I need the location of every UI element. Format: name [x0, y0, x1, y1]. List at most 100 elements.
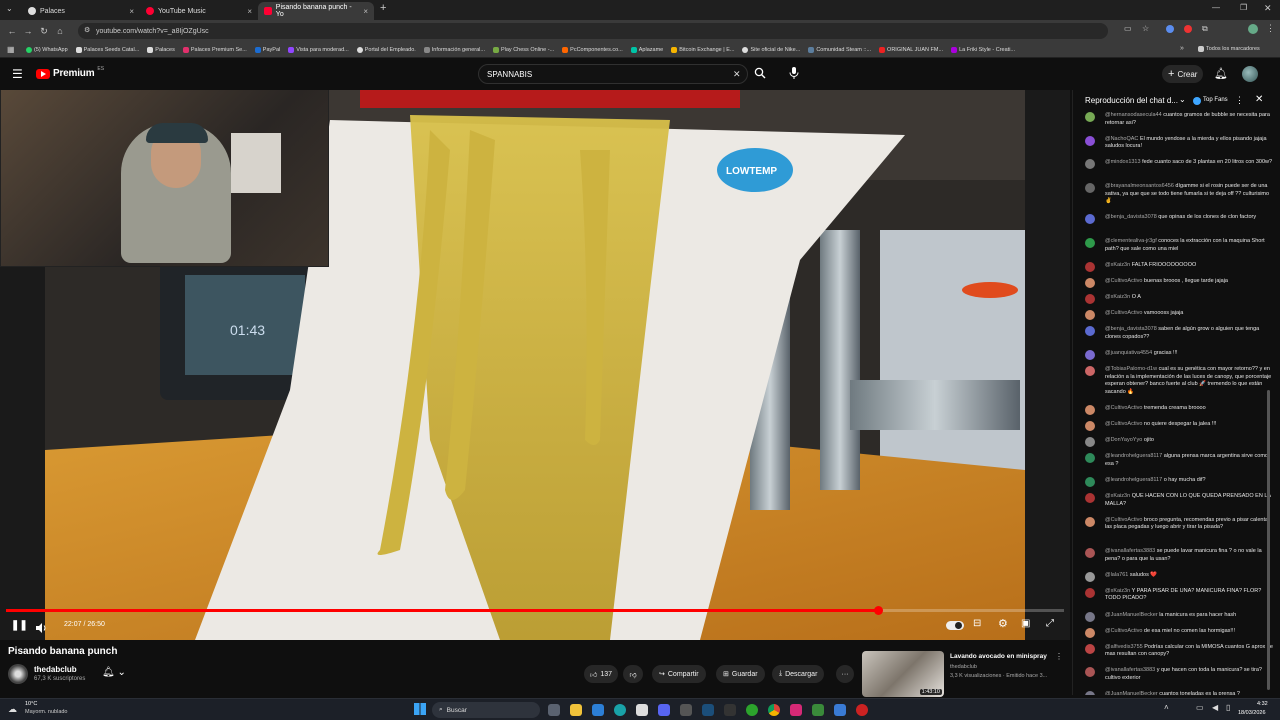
bookmark-star-icon[interactable]: ☆: [1142, 24, 1149, 33]
chat-avatar[interactable]: [1085, 453, 1095, 464]
url-field[interactable]: ⚙ youtube.com/watch?v=_a8IjOZgUsc: [78, 23, 1108, 39]
install-icon[interactable]: ▭: [1124, 24, 1132, 33]
chat-avatar[interactable]: [1085, 277, 1095, 288]
close-window-icon[interactable]: ✕: [1264, 3, 1272, 14]
tab-palaces[interactable]: Palaces ×: [22, 2, 140, 20]
chat-avatar[interactable]: [1085, 214, 1095, 225]
chat-author[interactable]: @CultivoActivo: [1105, 405, 1142, 411]
bookmark-item[interactable]: Bitcoin Exchange | E...: [671, 46, 734, 53]
progress-scrubber[interactable]: [873, 606, 883, 615]
chat-author[interactable]: @CultivoActivo: [1105, 421, 1142, 427]
chat-avatar[interactable]: [1085, 135, 1095, 146]
chat-avatar[interactable]: [1085, 691, 1095, 695]
chat-author[interactable]: @xKaiz3n: [1105, 262, 1130, 268]
site-info-icon[interactable]: ⚙: [84, 26, 90, 34]
chat-author[interactable]: @leandrohelguera8117: [1105, 477, 1162, 483]
chat-author[interactable]: @ivanallafertas3883: [1105, 548, 1155, 554]
chat-avatar[interactable]: [1085, 643, 1095, 654]
chat-author[interactable]: @ivanallafertas3883: [1105, 667, 1155, 673]
chat-author[interactable]: @xKaiz3n: [1105, 493, 1130, 499]
bookmark-item[interactable]: PcComponentes.co...: [562, 46, 623, 53]
chat-author[interactable]: @CultivoActivo: [1105, 628, 1142, 634]
dislike-button[interactable]: 👎︎: [623, 665, 643, 683]
chat-author[interactable]: @JuanManuelBecker: [1105, 612, 1158, 618]
chat-author[interactable]: @alfivedis3755: [1105, 644, 1143, 650]
download-button[interactable]: ⤓ Descargar: [772, 665, 825, 683]
chat-avatar[interactable]: [1085, 183, 1095, 194]
chat-author[interactable]: @CultivoActivo: [1105, 278, 1142, 284]
chat-author[interactable]: @NachoQAC: [1105, 136, 1138, 142]
search-icon[interactable]: [754, 66, 768, 80]
share-button[interactable]: ↪ Compartir: [652, 665, 706, 683]
youtube-premium-logo[interactable]: Premium ES: [36, 66, 104, 79]
extension-icon[interactable]: [1184, 25, 1192, 33]
taskbar-search-input[interactable]: ⌕ Buscar: [432, 702, 540, 718]
chat-author[interactable]: @JuanManuelBecker: [1105, 691, 1158, 695]
bookmark-item[interactable]: Comunidad Steam ::...: [808, 46, 871, 53]
close-icon[interactable]: ×: [363, 7, 368, 16]
video-player[interactable]: 01:43 LOWTEMP ❚❚ 22:07 / 26:50 ⊟ ⚙ ▣ ⤢: [0, 90, 1070, 640]
chat-author[interactable]: @mindox1313: [1105, 159, 1141, 165]
task-view-icon[interactable]: [548, 704, 560, 716]
bookmark-item[interactable]: La Friki Style - Creati...: [951, 46, 1015, 53]
volume-icon[interactable]: [36, 620, 47, 638]
bookmark-item[interactable]: Palaces Seeds Catal...: [75, 46, 139, 53]
instagram-icon[interactable]: [790, 704, 802, 716]
progress-track[interactable]: [6, 606, 1064, 615]
new-tab-button[interactable]: +: [380, 2, 386, 14]
chat-avatar[interactable]: [1085, 493, 1095, 503]
chat-avatar[interactable]: [1085, 366, 1095, 376]
chat-author[interactable]: @benja_davista3078: [1105, 214, 1157, 220]
chat-avatar[interactable]: [1085, 238, 1095, 249]
chat-avatar[interactable]: [1085, 349, 1095, 360]
autoplay-toggle[interactable]: [946, 621, 964, 630]
chat-avatar[interactable]: [1085, 421, 1095, 431]
chat-avatar[interactable]: [1085, 611, 1095, 622]
miniplayer-icon[interactable]: ▣: [1021, 618, 1030, 629]
chat-avatar[interactable]: [1085, 261, 1095, 272]
all-bookmarks-folder[interactable]: Todos los marcadores: [1198, 46, 1260, 52]
xbox-icon[interactable]: [746, 704, 758, 716]
clock-date[interactable]: 18/03/2026: [1238, 710, 1266, 716]
chat-header-title[interactable]: Reproducción del chat d...: [1085, 96, 1178, 105]
like-button[interactable]: 👍︎ 137: [584, 665, 619, 683]
voice-search-icon[interactable]: [788, 66, 800, 85]
steam-icon[interactable]: [702, 704, 714, 716]
chat-avatar[interactable]: [1085, 571, 1095, 582]
chat-avatar[interactable]: [1085, 667, 1095, 678]
chat-avatar[interactable]: [1085, 516, 1095, 527]
search-input[interactable]: SPANNABIS ✕: [478, 64, 748, 84]
chat-avatar[interactable]: [1085, 310, 1095, 321]
bookmark-item[interactable]: PayPal: [254, 46, 280, 53]
chat-avatar[interactable]: [1085, 294, 1095, 304]
chat-avatar[interactable]: [1085, 404, 1095, 415]
profile-avatar[interactable]: [1248, 24, 1258, 34]
home-icon[interactable]: ⌂: [52, 23, 68, 39]
bookmarks-overflow-button[interactable]: »: [1180, 45, 1184, 52]
bookmark-item[interactable]: ORIGINAL JUAN FM...: [879, 46, 943, 53]
bookmark-item[interactable]: Palaces: [147, 46, 175, 53]
tab-youtube-music[interactable]: YouTube Music ×: [140, 2, 258, 20]
minimize-icon[interactable]: —: [1212, 3, 1220, 12]
reload-icon[interactable]: ↻: [36, 23, 52, 39]
close-icon[interactable]: ×: [247, 7, 252, 16]
chat-author[interactable]: @lala761: [1105, 572, 1128, 578]
chat-author[interactable]: @DonYayoYyo: [1105, 437, 1142, 443]
calculator-icon[interactable]: [680, 704, 692, 716]
tab-menu-icon[interactable]: ⌄: [6, 4, 13, 13]
chat-avatar[interactable]: [1085, 627, 1095, 638]
chat-avatar[interactable]: [1085, 159, 1095, 170]
chat-avatar[interactable]: [1085, 476, 1095, 487]
tray-chevron-icon[interactable]: ˄: [1164, 703, 1169, 712]
chat-author[interactable]: @leandrohelguera8117: [1105, 453, 1162, 459]
chevron-down-icon[interactable]: ⌄: [1179, 95, 1186, 104]
bookmark-item[interactable]: Aplazame: [630, 46, 663, 53]
battery-icon[interactable]: ▯: [1226, 703, 1230, 712]
save-button[interactable]: ⊞ Guardar: [716, 665, 765, 683]
epic-icon[interactable]: [724, 704, 736, 716]
notifications-bell-icon[interactable]: 🔔︎: [1214, 67, 1228, 80]
more-actions-button[interactable]: ···: [836, 665, 854, 683]
bookmark-item[interactable]: Información general...: [423, 46, 485, 53]
apps-grid-icon[interactable]: ▦: [7, 45, 15, 54]
tab-current-video[interactable]: Pisando banana punch - Yo ×: [258, 2, 374, 20]
